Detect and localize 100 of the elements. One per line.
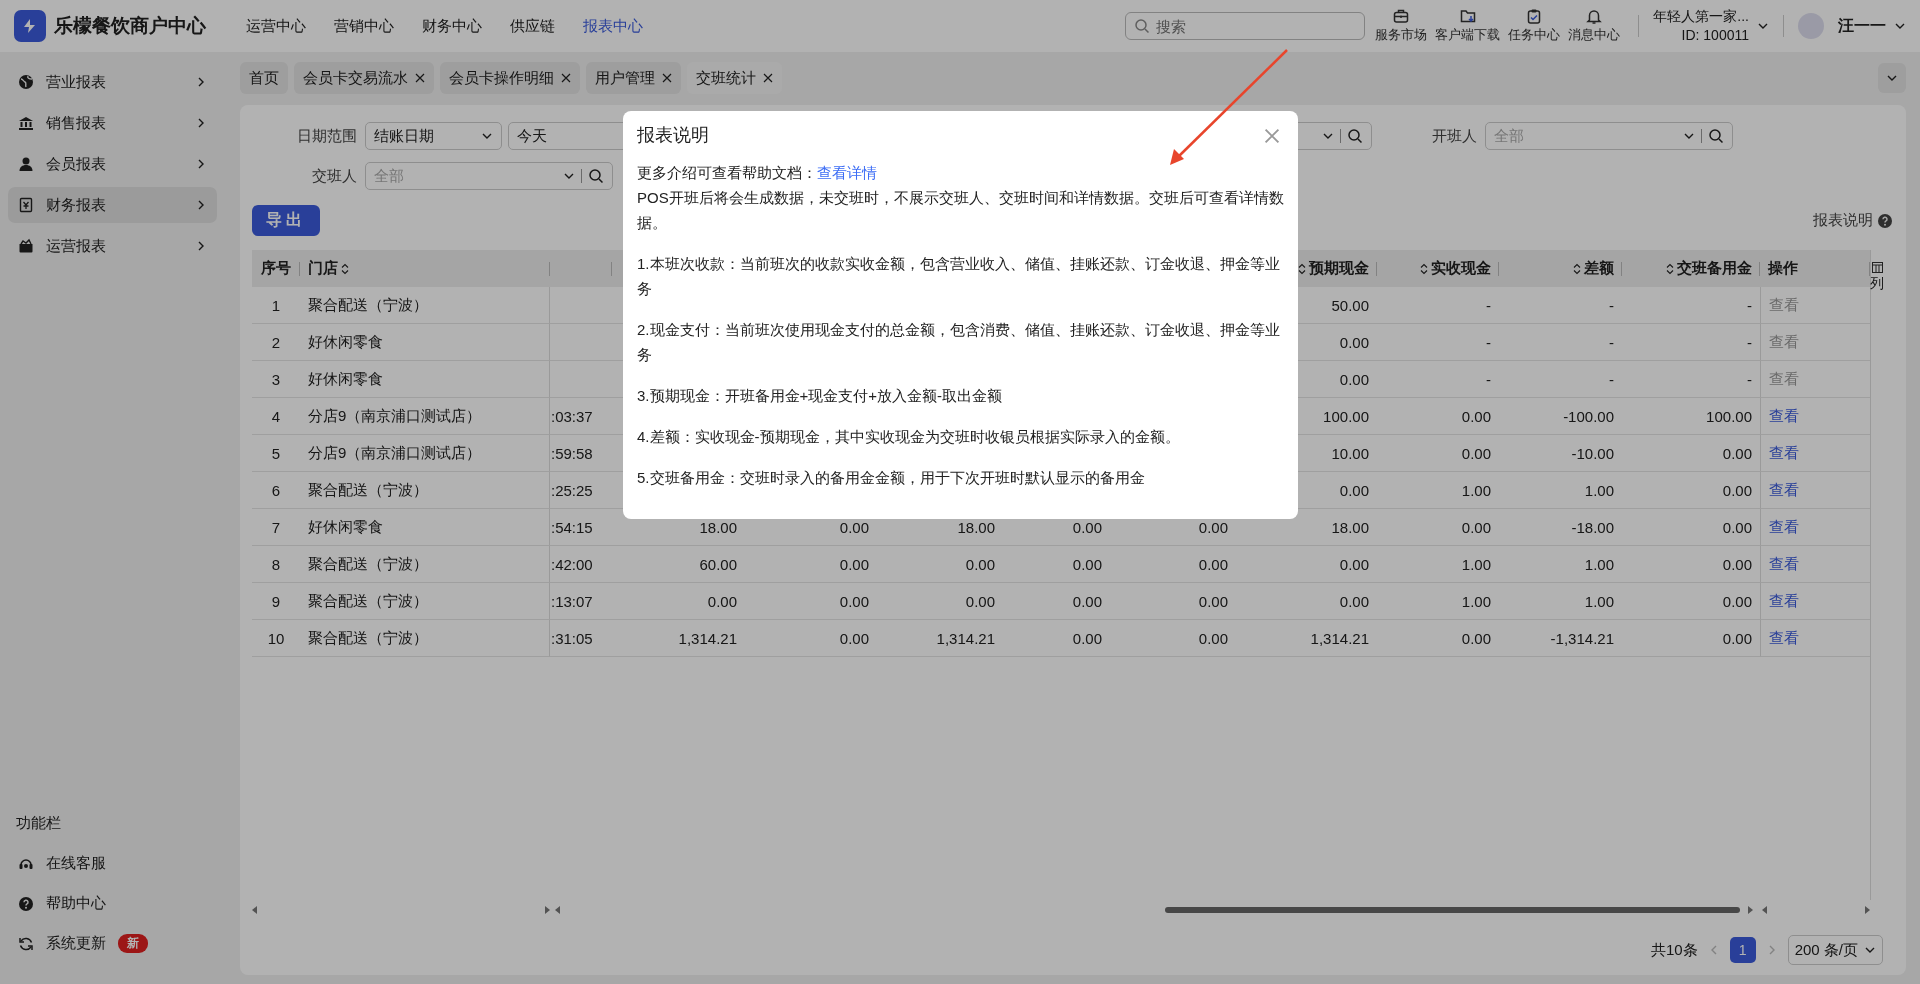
collapse-button[interactable] [1878, 63, 1906, 93]
table-cell: 好休闲零食 [300, 509, 550, 546]
close-icon[interactable] [662, 73, 672, 83]
nav-item[interactable]: 财务中心 [422, 16, 482, 36]
view-link[interactable]: 查看 [1769, 591, 1799, 611]
scrollbar[interactable] [252, 905, 550, 915]
table-cell: - [1622, 287, 1760, 324]
table-cell: :59:58 [550, 435, 612, 472]
total-count: 共10条 [1650, 940, 1698, 960]
search-icon[interactable] [1347, 128, 1363, 144]
view-link[interactable]: 查看 [1769, 628, 1799, 648]
toolbar-button[interactable]: 消息中心 [1564, 8, 1625, 44]
nav-item[interactable]: 运营中心 [246, 16, 306, 36]
table-cell: 0.00 [1003, 546, 1110, 583]
table-cell: 0.00 [1622, 472, 1760, 509]
filter-label: 交班人 [311, 166, 357, 186]
toolbar-button[interactable]: 服务市场 [1371, 8, 1432, 44]
table-cell: -18.00 [1499, 509, 1622, 546]
table-cell: 5 [252, 435, 300, 472]
sort-icon[interactable] [341, 262, 349, 275]
view-link[interactable]: 查看 [1769, 406, 1799, 426]
column-header[interactable]: 实收现金 [1377, 250, 1499, 287]
table-cell: 0.00 [1622, 620, 1760, 657]
globe-icon [18, 74, 34, 90]
sidebar-link[interactable]: 系统更新 新 [8, 926, 217, 961]
table-cell: 0.00 [1622, 435, 1760, 472]
search-icon[interactable] [1708, 128, 1724, 144]
table-cell: 0.00 [877, 546, 1003, 583]
paragraph: 5.交班备用金：交班时录入的备用金金额，用于下次开班时默认显示的备用金 [637, 468, 1146, 488]
table-cell: 0.00 [1622, 546, 1760, 583]
toolbar-button[interactable]: 任务中心 [1504, 8, 1565, 44]
table-cell: :31:05 [550, 620, 612, 657]
table-cell: 100.00 [1622, 398, 1760, 435]
table-cell: - [1377, 361, 1499, 398]
table-cell: 0.00 [1377, 398, 1499, 435]
sort-icon[interactable] [1573, 262, 1581, 275]
search-icon[interactable] [588, 168, 604, 184]
table-cell: 聚合配送（宁波） [300, 472, 550, 509]
view-link[interactable]: 查看 [1769, 517, 1799, 537]
close-icon[interactable] [415, 73, 425, 83]
bank-icon [18, 115, 34, 131]
view-link[interactable]: 查看 [1769, 480, 1799, 500]
nav-item[interactable]: 供应链 [510, 16, 555, 36]
search-field[interactable]: 搜索 [1125, 12, 1366, 40]
intro-text: 更多介绍可查看帮助文档： [637, 164, 817, 181]
table-cell: 1.00 [1499, 546, 1622, 583]
sidebar-item[interactable]: 运营报表 [8, 228, 217, 264]
table-cell: 0.00 [612, 583, 745, 620]
page-size-select[interactable]: 200 条/页 [1787, 935, 1883, 965]
table-cell: 0.00 [1377, 509, 1499, 546]
view-link[interactable]: 查看 [1769, 443, 1799, 463]
receipt-icon [18, 197, 34, 213]
table-cell: 1 [252, 287, 300, 324]
sidebar-item[interactable]: 财务报表 [8, 187, 217, 223]
nav-item[interactable]: 营销中心 [334, 16, 394, 36]
bell-icon [1586, 8, 1603, 24]
column-header[interactable]: 门店 [300, 250, 550, 287]
dialog-title: 报表说明 [637, 124, 709, 147]
table-cell: 好休闲零食 [300, 361, 550, 398]
table-cell: 3 [252, 361, 300, 398]
table-cell: 0.00 [745, 583, 877, 620]
sort-icon[interactable] [1666, 262, 1674, 275]
table-cell: 1.00 [1377, 546, 1499, 583]
help-link[interactable]: 报表说明 [1813, 211, 1893, 230]
table-cell: - [1377, 324, 1499, 361]
page-tab[interactable]: 会员卡操作明细 [440, 62, 580, 94]
paragraph: 3.预期现金：开班备用金+现金支付+放入金额-取出金额 [637, 386, 1004, 406]
column-header[interactable]: 交班备用金 [1622, 250, 1760, 287]
sidebar-link[interactable]: 帮助中心 [8, 886, 217, 921]
help-icon [18, 895, 34, 912]
close-icon[interactable] [561, 73, 571, 83]
sort-icon[interactable] [1298, 262, 1306, 275]
details-link[interactable]: 查看详情 [817, 164, 877, 181]
column-header[interactable]: 差额 [1499, 250, 1622, 287]
select-field[interactable]: 结账日期 [365, 122, 502, 150]
table-cell: 0.00 [1110, 620, 1236, 657]
view-link[interactable]: 查看 [1769, 554, 1799, 574]
export-button[interactable]: 导出 [252, 205, 320, 236]
column-header: 操作 [1760, 250, 1870, 287]
account-switcher[interactable]: 年轻人第一家... ID: 100011 [1653, 7, 1769, 45]
sidebar-item[interactable]: 营业报表 [8, 64, 217, 100]
sidebar-link[interactable]: 在线客服 [8, 846, 217, 881]
table-cell: 1.00 [1499, 583, 1622, 620]
column-settings-button[interactable]: 列 [1870, 250, 1883, 900]
page-button[interactable]: 1 [1729, 937, 1756, 963]
paragraph: POS开班后将会生成数据，未交班时，不展示交班人、交班时间和详情数据。交班后可查看详情数据。 [637, 188, 1284, 233]
close-icon[interactable] [763, 73, 773, 83]
page-tab[interactable]: 首页 [240, 62, 288, 94]
sidebar-item[interactable]: 会员报表 [8, 146, 217, 182]
sort-icon[interactable] [1420, 262, 1428, 275]
page-tab[interactable]: 用户管理 [586, 62, 681, 94]
user-name[interactable]: 汪一一 [1838, 15, 1886, 37]
nav-item[interactable]: 报表中心 [583, 16, 643, 36]
table-cell: - [1622, 361, 1760, 398]
filter-label: 开班人 [1431, 126, 1477, 146]
paragraph: 4.差额：实收现金-预期现金，其中实收现金为交班时收银员根据实际录入的金额。 [637, 427, 1181, 447]
page-tab[interactable]: 会员卡交易流水 [294, 62, 434, 94]
sidebar-item[interactable]: 销售报表 [8, 105, 217, 141]
toolbar-button[interactable]: 客户端下载 [1431, 8, 1505, 44]
table-cell: :03:37 [550, 398, 612, 435]
